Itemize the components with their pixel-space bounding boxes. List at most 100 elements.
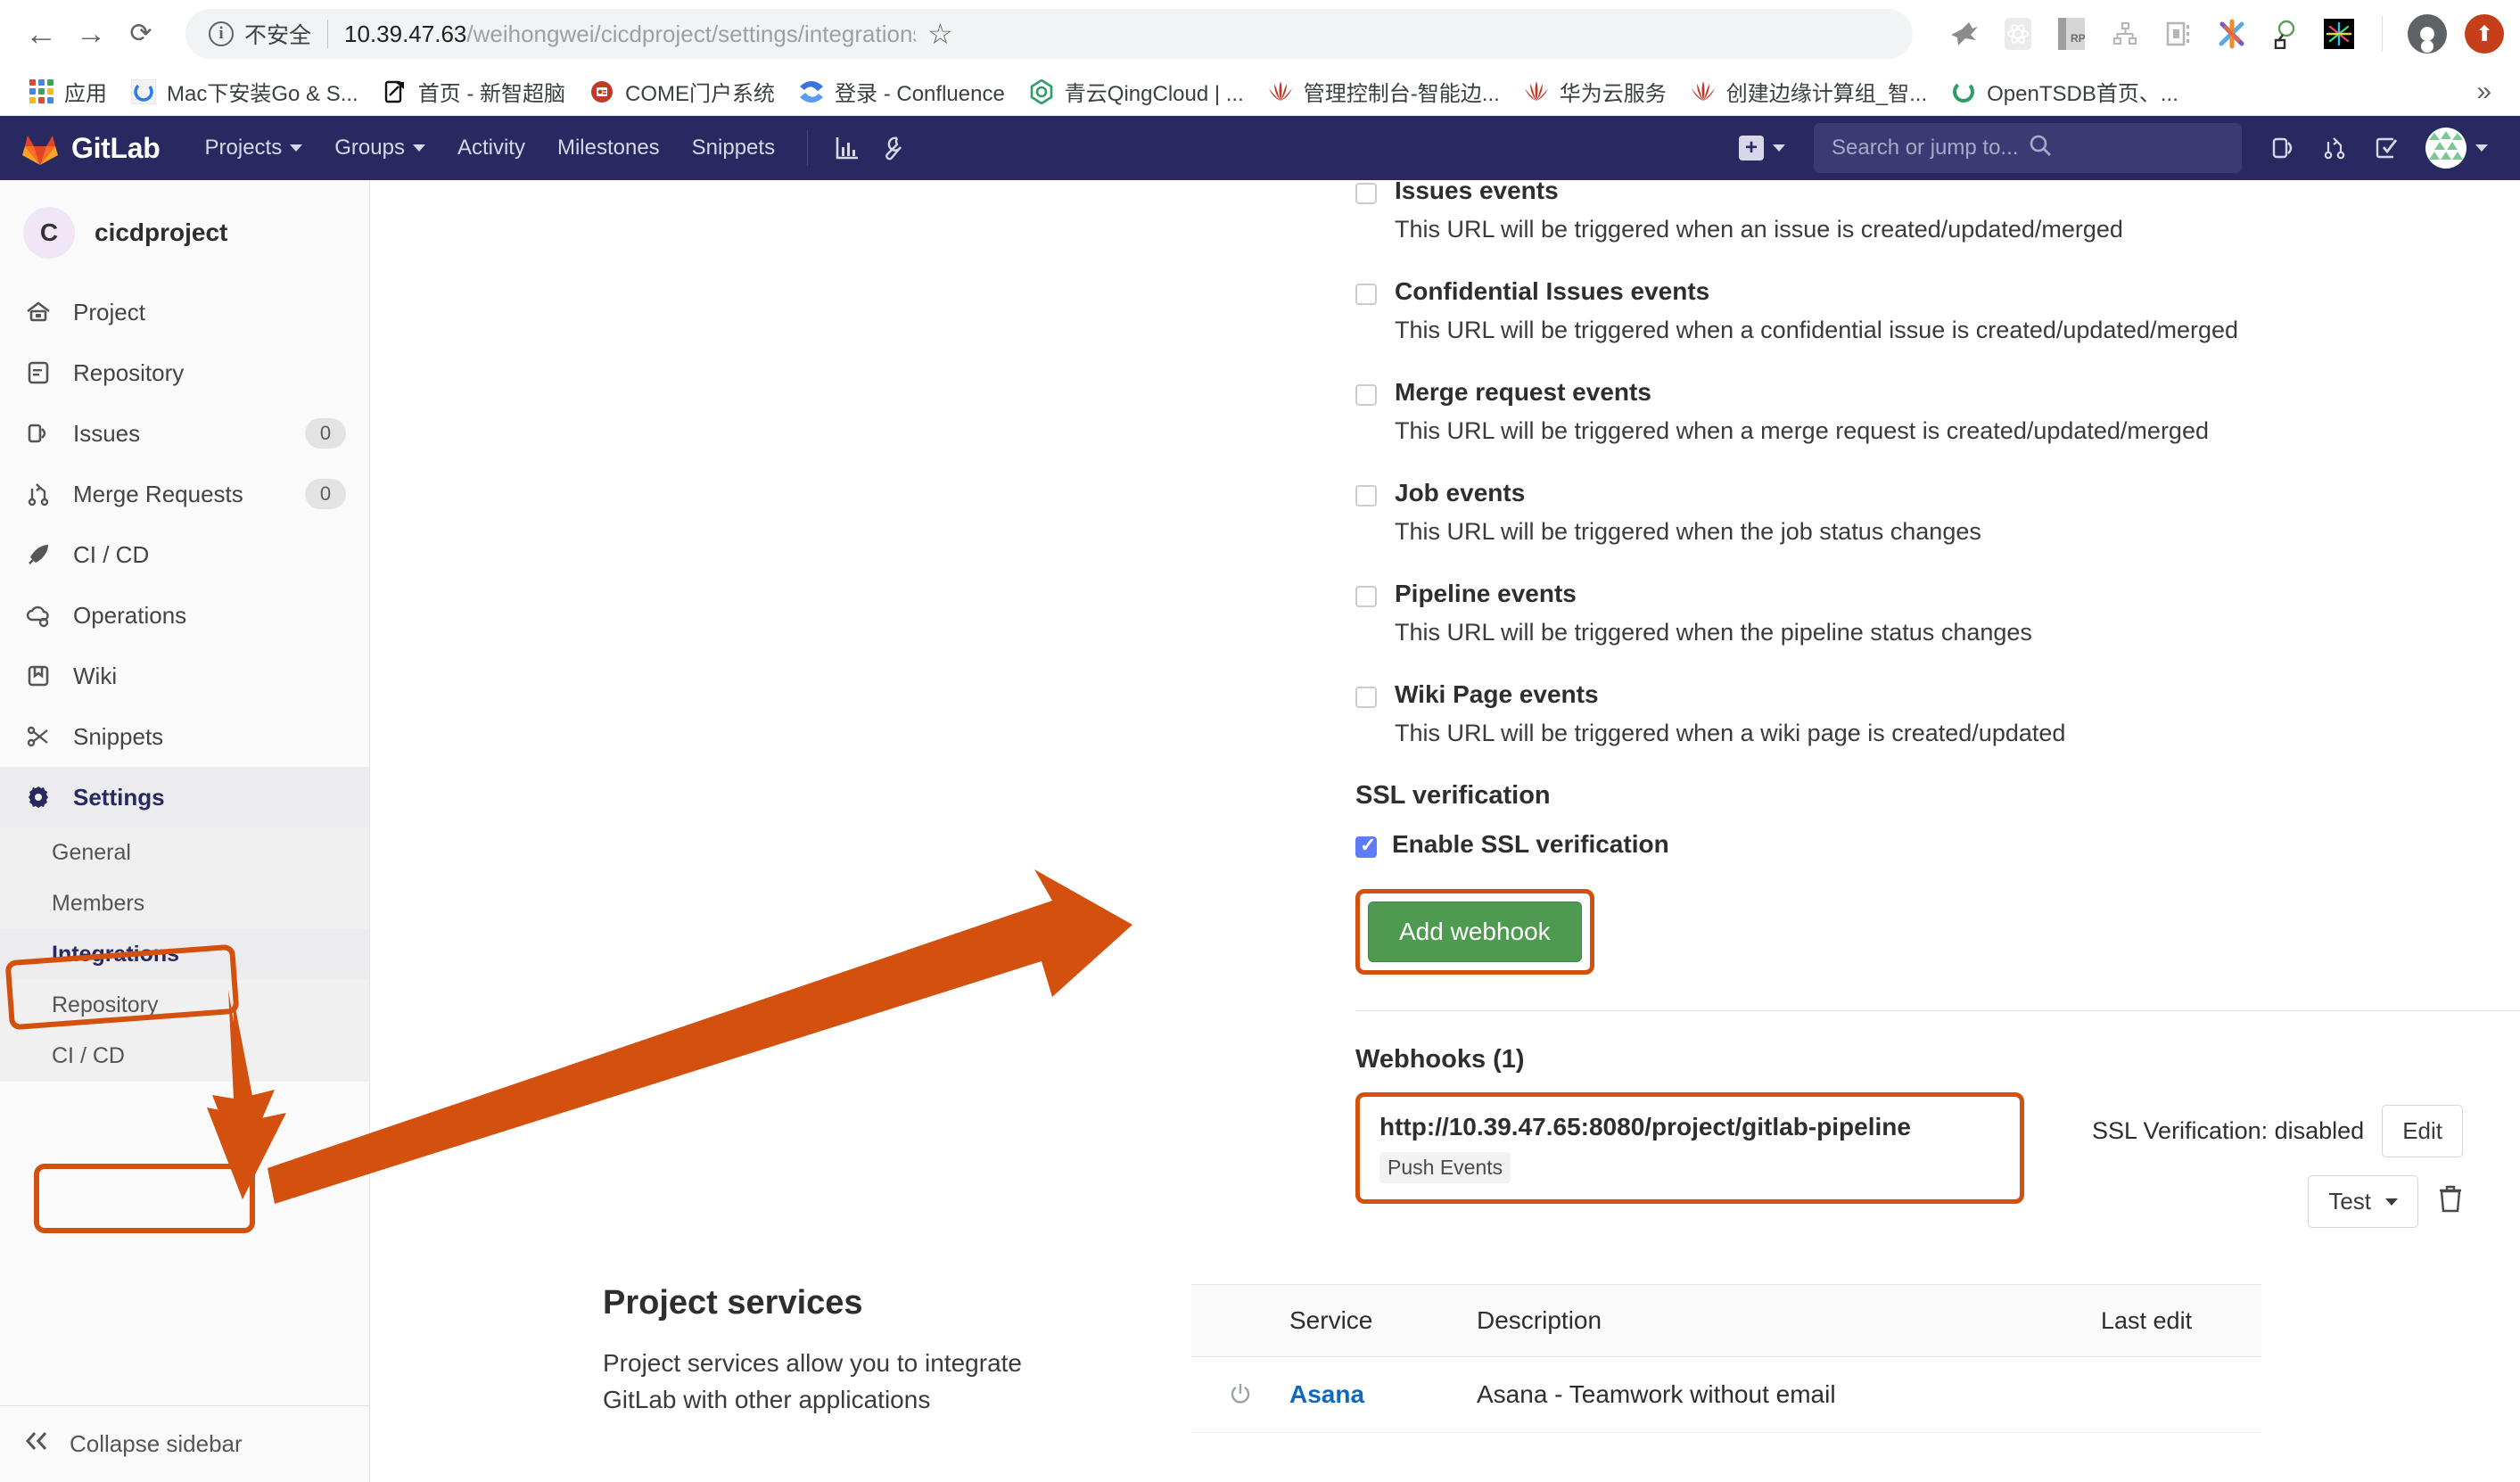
bookmark-huawei-console[interactable]: 管理控制台-智能边... — [1256, 70, 1511, 112]
table-row[interactable]: Asana Asana - Teamwork without email — [1191, 1357, 2261, 1433]
sidebar-item-operations[interactable]: Operations — [0, 585, 369, 646]
service-link[interactable]: Asana — [1289, 1380, 1364, 1408]
gitlab-home-link[interactable]: GitLab — [21, 130, 161, 166]
bookmark-huawei-cloud[interactable]: 华为云服务 — [1511, 70, 1678, 112]
sidebar-item-label: Operations — [73, 601, 187, 629]
chrome-circle-icon — [1950, 78, 1977, 105]
webhook-test-button[interactable]: Test — [2308, 1175, 2418, 1228]
sidebar-item-snippets[interactable]: Snippets — [0, 706, 369, 767]
avatar — [2425, 128, 2466, 169]
sidebar-project-header[interactable]: C cicdproject — [0, 180, 369, 282]
react-extension-icon[interactable] — [2000, 16, 2036, 52]
enable-ssl-label: Enable SSL verification — [1392, 830, 1669, 858]
merge-request-events-checkbox[interactable] — [1355, 384, 1377, 406]
project-services-section: Project services Project services allow … — [603, 1284, 2261, 1433]
sidebar-item-wiki[interactable]: Wiki — [0, 646, 369, 706]
trash-icon[interactable] — [2438, 1184, 2463, 1220]
event-merge-request: Merge request events This URL will be tr… — [1355, 378, 2520, 445]
maze-extension-icon[interactable] — [2161, 16, 2196, 52]
toolbar-divider — [2382, 16, 2383, 52]
rp-extension-icon[interactable]: RP — [2054, 16, 2089, 52]
bookmark-xinzhi[interactable]: 首页 - 新智超脑 — [370, 70, 577, 112]
address-bar[interactable]: i 不安全 10.39.47.63/weihongwei/cicdproject… — [185, 9, 1913, 59]
sidebar-item-settings[interactable]: Settings — [0, 767, 369, 827]
event-description: This URL will be triggered when a merge … — [1395, 417, 2209, 444]
bookmark-confluence[interactable]: 登录 - Confluence — [786, 70, 1017, 112]
user-menu-button[interactable] — [2415, 120, 2499, 176]
bookmark-opentsdb[interactable]: OpenTSDB首页、... — [1939, 70, 2190, 112]
search-input[interactable]: Search or jump to... — [1814, 123, 2242, 173]
merge-requests-icon[interactable] — [2311, 125, 2358, 171]
colorful-x-extension-icon[interactable] — [2214, 16, 2250, 52]
huawei-icon — [1690, 78, 1717, 105]
event-job: Job events This URL will be triggered wh… — [1355, 479, 2520, 546]
collapse-sidebar-button[interactable]: Collapse sidebar — [0, 1405, 369, 1482]
bookmark-label: COME门户系统 — [625, 82, 776, 106]
sidebar-item-settings-cicd[interactable]: CI / CD — [0, 1031, 369, 1082]
forward-button[interactable]: → — [66, 9, 116, 59]
hummingbird-extension-icon[interactable] — [1947, 16, 1982, 52]
gitlab-navbar-right: + Search or jump to... — [1728, 120, 2499, 176]
sidebar-item-members[interactable]: Members — [0, 878, 369, 929]
bookmark-star-icon[interactable]: ☆ — [915, 9, 966, 59]
nav-snippets[interactable]: Snippets — [676, 127, 791, 169]
bookmark-come-portal[interactable]: COME门户系统 — [577, 70, 786, 112]
webhook-url[interactable]: http://10.39.47.65:8080/project/gitlab-p… — [1379, 1113, 2000, 1141]
profile-avatar[interactable] — [2408, 14, 2447, 54]
site-info-icon[interactable]: i — [209, 21, 234, 46]
webhooks-heading: Webhooks (1) — [1355, 1045, 1525, 1074]
back-button[interactable]: ← — [16, 9, 66, 59]
event-wiki-page: Wiki Page events This URL will be trigge… — [1355, 680, 2520, 747]
todos-icon[interactable] — [2363, 125, 2409, 171]
search-placeholder: Search or jump to... — [1832, 136, 2019, 160]
document-icon — [23, 358, 54, 388]
cloud-gear-icon — [23, 600, 54, 630]
add-webhook-button[interactable]: Add webhook — [1368, 902, 1582, 962]
sidebar-item-settings-repository[interactable]: Repository — [0, 980, 369, 1031]
update-button[interactable]: ⬆ — [2465, 14, 2504, 54]
sidebar-item-general[interactable]: General — [0, 827, 369, 878]
mirror-extension-icon[interactable] — [2268, 16, 2303, 52]
note-edit-icon — [382, 78, 408, 105]
sitemap-extension-icon[interactable] — [2107, 16, 2143, 52]
nav-milestones[interactable]: Milestones — [541, 127, 676, 169]
nav-activity[interactable]: Activity — [441, 127, 541, 169]
pipeline-events-checkbox[interactable] — [1355, 586, 1377, 607]
webhook-edit-button[interactable]: Edit — [2382, 1105, 2463, 1157]
wiki-page-events-checkbox[interactable] — [1355, 687, 1377, 708]
job-events-checkbox[interactable] — [1355, 485, 1377, 506]
sidebar-item-merge-requests[interactable]: Merge Requests 0 — [0, 464, 369, 524]
book-icon — [23, 661, 54, 691]
issues-icon — [23, 418, 54, 449]
sidebar-item-issues[interactable]: Issues 0 — [0, 403, 369, 464]
event-description: This URL will be triggered when the pipe… — [1395, 619, 2032, 646]
gitlab-nav-items: Projects Groups Activity Milestones Snip… — [189, 125, 918, 171]
bookmark-mac-go[interactable]: Mac下安装Go & S... — [119, 70, 370, 112]
new-item-button[interactable]: + — [1728, 128, 1796, 168]
bookmark-edge-compute[interactable]: 创建边缘计算组_智... — [1678, 70, 1939, 112]
table-header-row: Service Description Last edit — [1191, 1284, 2261, 1357]
url-host: 10.39.47.63 — [344, 20, 467, 47]
nav-projects[interactable]: Projects — [189, 127, 319, 169]
bookmark-apps[interactable]: 应用 — [16, 70, 119, 112]
sidebar-item-integrations[interactable]: Integrations — [0, 929, 369, 980]
project-services-heading: Project services — [603, 1284, 863, 1321]
sidebar-item-ci-cd[interactable]: CI / CD — [0, 524, 369, 585]
reload-button[interactable]: ⟳ — [116, 9, 166, 59]
collapse-label: Collapse sidebar — [70, 1430, 243, 1457]
sparkle-extension-icon[interactable] — [2321, 16, 2357, 52]
bookmarks-overflow-button[interactable]: » — [2464, 77, 2504, 107]
confidential-issues-events-checkbox[interactable] — [1355, 284, 1377, 305]
sidebar-item-repository[interactable]: Repository — [0, 342, 369, 403]
issues-icon[interactable] — [2260, 125, 2306, 171]
service-name[interactable]: Asana — [1289, 1380, 1477, 1409]
bookmark-qingcloud[interactable]: 青云QingCloud | ... — [1017, 70, 1256, 112]
enable-ssl-row[interactable]: Enable SSL verification — [1355, 830, 2520, 859]
wrench-icon[interactable] — [870, 125, 917, 171]
enable-ssl-checkbox[interactable] — [1355, 834, 1377, 858]
nav-groups[interactable]: Groups — [318, 127, 441, 169]
chart-icon[interactable] — [824, 125, 870, 171]
gitlab-brand-text: GitLab — [71, 131, 161, 164]
issues-events-checkbox[interactable] — [1355, 183, 1377, 204]
sidebar-item-project[interactable]: Project — [0, 282, 369, 342]
